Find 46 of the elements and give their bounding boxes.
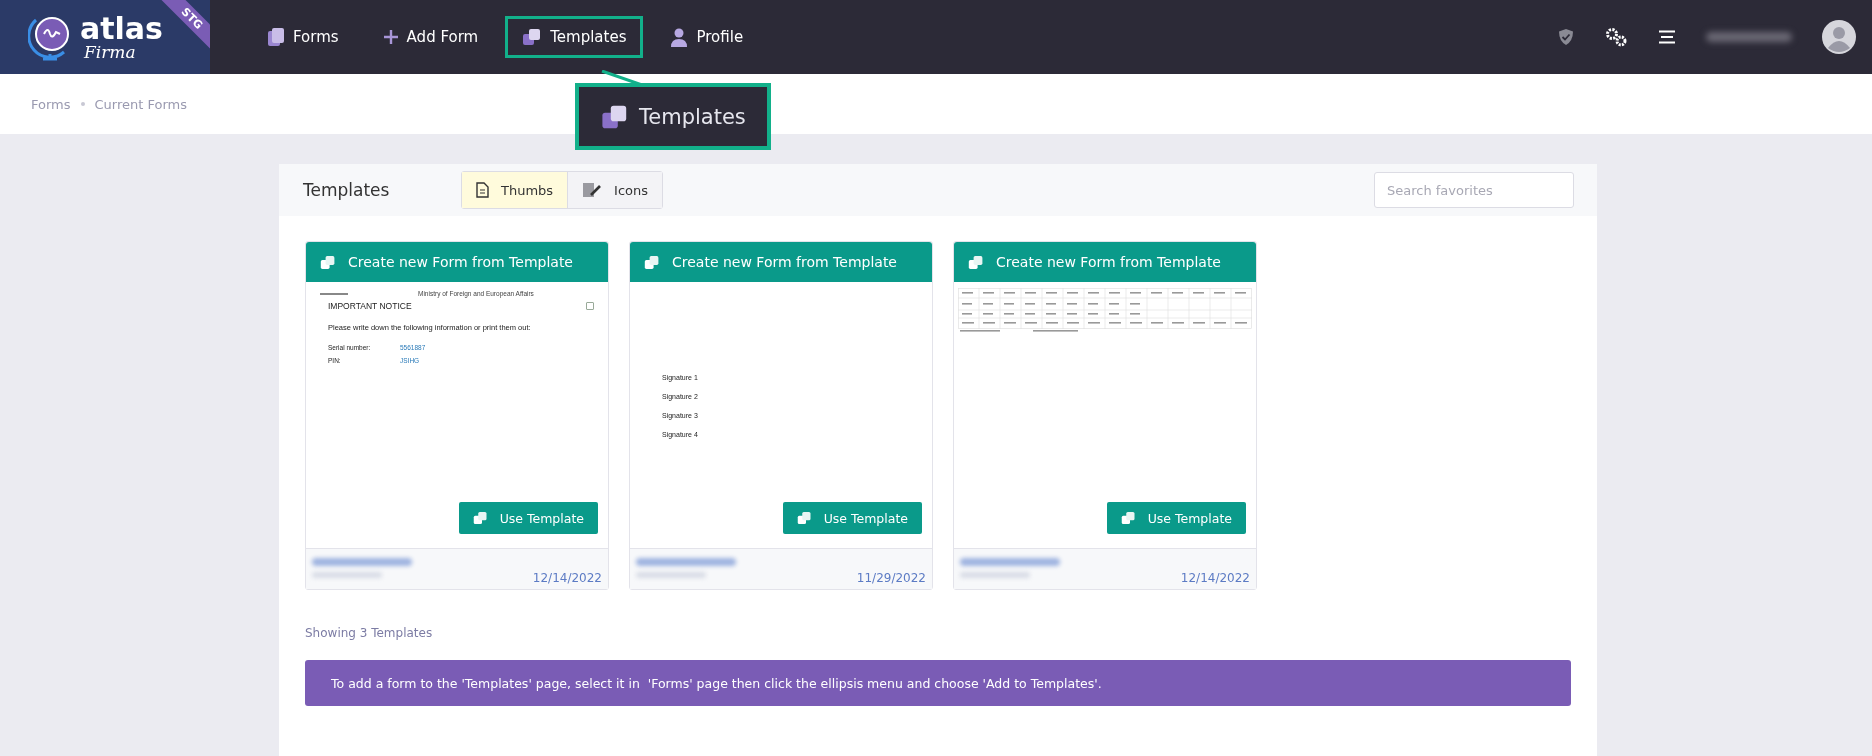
breadcrumb-link[interactable]: Forms bbox=[31, 96, 71, 112]
nav-link[interactable]: Add Form bbox=[365, 16, 496, 58]
view-toggle-button[interactable]: Icons bbox=[568, 172, 663, 208]
user-icon bbox=[670, 27, 689, 47]
documents-icon bbox=[267, 27, 285, 47]
thumbnail-date-line bbox=[320, 292, 348, 295]
copy-icon bbox=[320, 254, 336, 270]
use-template-button[interactable]: Use Template bbox=[1106, 502, 1246, 534]
template-date: 12/14/2022 bbox=[1180, 571, 1250, 585]
view-toggle-button[interactable]: Thumbs bbox=[462, 172, 569, 208]
logo-script: Firma bbox=[84, 43, 137, 61]
panel-title: Templates bbox=[303, 180, 391, 200]
nav-link[interactable]: Profile bbox=[653, 16, 761, 58]
breadcrumb-link[interactable]: Current Forms bbox=[94, 96, 187, 112]
info-banner: To add a form to the 'Templates' page, select it in 'Forms' page then click the ellipsis menu and choose 'Add to Templates'. bbox=[305, 660, 1571, 706]
use-template-button[interactable]: Use Template bbox=[782, 502, 922, 534]
create-form-button[interactable]: Create new Form from Template bbox=[954, 242, 1256, 282]
copy-icon bbox=[796, 511, 812, 525]
signed-document-icon bbox=[582, 182, 603, 198]
thumbnail-title: IMPORTANT NOTICE bbox=[328, 301, 412, 311]
copy-icon bbox=[1120, 511, 1136, 525]
redacted-owner bbox=[312, 572, 382, 578]
copy-icon bbox=[601, 103, 629, 130]
copy-icon bbox=[644, 254, 660, 270]
template-count: Showing 3 Templates bbox=[305, 626, 433, 640]
copy-icon bbox=[522, 28, 543, 46]
template-date: 12/14/2022 bbox=[532, 571, 602, 585]
nav-link[interactable]: Forms bbox=[250, 16, 356, 58]
callout-label: Templates bbox=[639, 104, 746, 129]
nav-link[interactable]: Templates bbox=[505, 16, 644, 58]
create-form-button[interactable]: Create new Form from Template bbox=[630, 242, 932, 282]
redacted-owner bbox=[960, 572, 1030, 578]
avatar-icon[interactable] bbox=[1822, 20, 1856, 54]
create-form-button[interactable]: Create new Form from Template bbox=[306, 242, 608, 282]
settings-icon[interactable] bbox=[1604, 27, 1628, 47]
redacted-owner bbox=[636, 572, 706, 578]
template-date: 11/29/2022 bbox=[856, 571, 926, 585]
logo-name: atlas bbox=[80, 13, 163, 44]
menu-icon[interactable] bbox=[1658, 30, 1676, 44]
plus-icon bbox=[382, 29, 399, 45]
document-icon bbox=[476, 182, 489, 198]
search-field[interactable]: Search favorites bbox=[1374, 172, 1574, 208]
copy-icon bbox=[968, 254, 984, 270]
shield-icon[interactable] bbox=[1558, 28, 1574, 46]
copy-icon bbox=[472, 511, 488, 525]
use-template-button[interactable]: Use Template bbox=[458, 502, 598, 534]
